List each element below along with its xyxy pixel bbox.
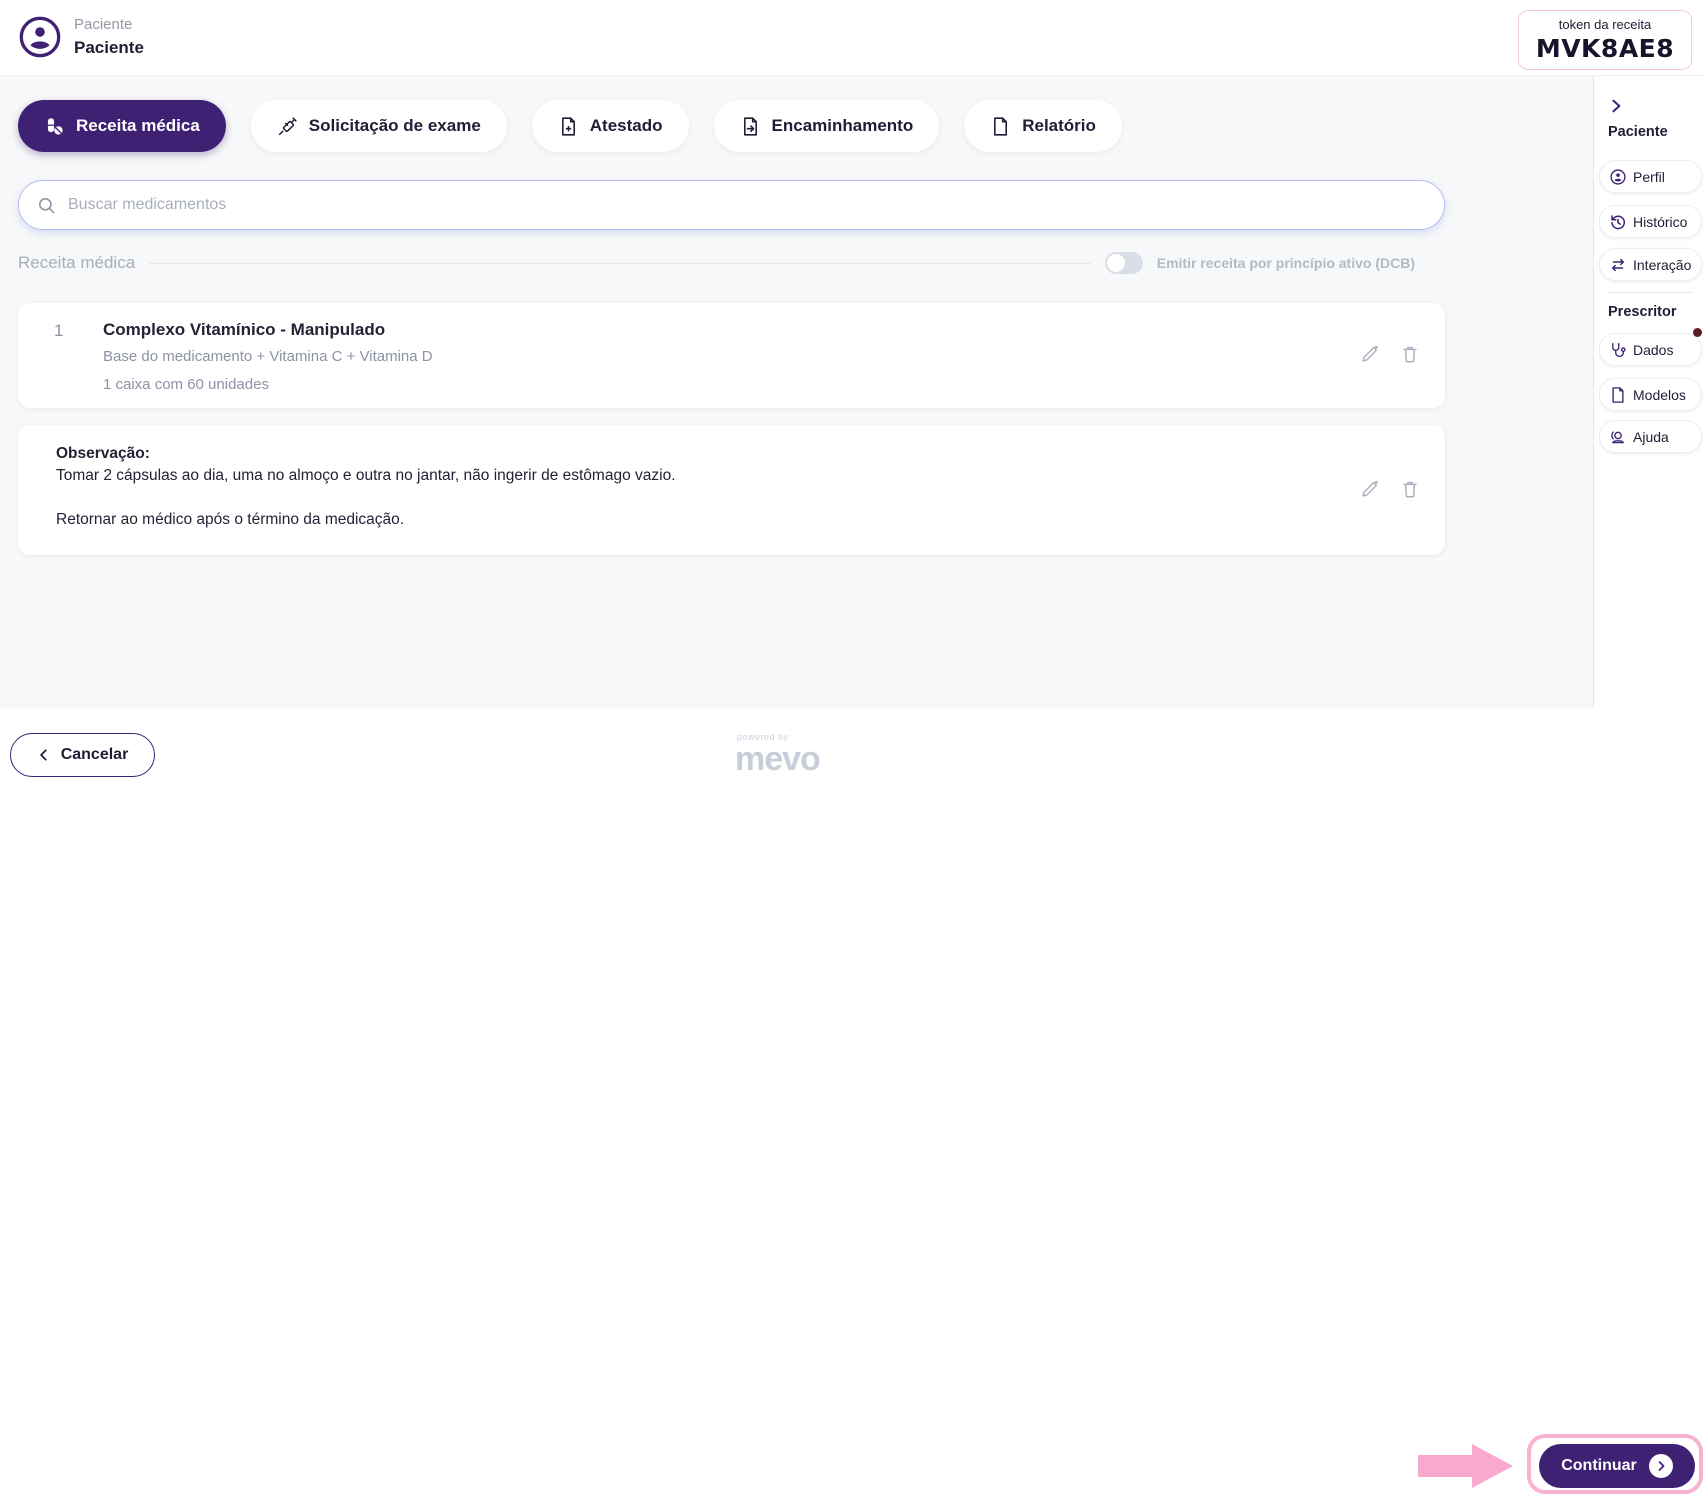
interaction-arrows-icon	[1612, 258, 1624, 271]
collapse-sidebar-icon[interactable]	[1608, 98, 1624, 114]
sidebar-item-label: Modelos	[1633, 386, 1686, 403]
observation-label: Observação:	[56, 445, 150, 462]
medication-quantity: 1 caixa com 60 unidades	[103, 376, 269, 393]
medication-index: 1	[54, 321, 64, 340]
patient-name: Paciente	[74, 38, 144, 57]
tab-label: Relatório	[1022, 116, 1096, 135]
sidebar-item-historico[interactable]: Histórico	[1599, 205, 1702, 238]
tab-label: Solicitação de exame	[308, 116, 481, 135]
delete-icon[interactable]	[1399, 478, 1421, 500]
medication-actions	[1359, 343, 1421, 365]
tab-solicitacao-de-exame[interactable]: Solicitação de exame	[250, 100, 507, 152]
stethoscope-icon	[1612, 342, 1626, 357]
toggle-knob	[1106, 254, 1125, 272]
observation-actions	[1359, 478, 1421, 500]
tab-label: Receita médica	[76, 116, 200, 135]
tab-label: Atestado	[589, 116, 663, 135]
document-type-tabs: Receita médica Solicitação de exame Ates…	[18, 100, 1122, 152]
right-sidebar: Paciente Perfil Histórico Interação Pres…	[1593, 76, 1704, 708]
divider	[149, 262, 1091, 264]
edit-icon[interactable]	[1359, 478, 1381, 500]
syringe-icon	[278, 116, 297, 135]
notification-dot	[1693, 328, 1702, 337]
tab-relatorio[interactable]: Relatório	[964, 100, 1122, 152]
annotation-arrow	[1418, 1444, 1513, 1493]
document-plus-icon	[561, 116, 575, 136]
header: Paciente Paciente token da receita MVK8A…	[0, 0, 1704, 76]
search-input[interactable]	[68, 196, 1426, 214]
token-value: MVK8AE8	[1535, 34, 1675, 63]
medication-title: Complexo Vitamínico - Manipulado	[103, 320, 386, 339]
medication-card: 1 Complexo Vitamínico - Manipulado Base …	[18, 303, 1445, 408]
sidebar-item-label: Interação	[1633, 256, 1692, 273]
document-icon	[1612, 386, 1624, 403]
prescription-token-box: token da receita MVK8AE8	[1518, 10, 1692, 70]
dcb-toggle[interactable]	[1104, 252, 1143, 274]
tab-atestado[interactable]: Atestado	[531, 100, 689, 152]
continue-highlight-ring: Continuar	[1527, 1434, 1703, 1494]
document-arrow-icon	[743, 116, 757, 136]
patient-label: Paciente	[74, 16, 133, 33]
history-icon	[1611, 214, 1625, 229]
footer: Cancelar powered by mevo Continuar	[0, 708, 1704, 1494]
observation-text-1: Tomar 2 cápsulas ao dia, uma no almoço e…	[56, 467, 676, 484]
continue-button[interactable]: Continuar	[1539, 1444, 1695, 1488]
main-content: Receita médica Solicitação de exame Ates…	[0, 76, 1593, 708]
chevron-right-circle-icon	[1648, 1454, 1673, 1478]
tab-receita-medica[interactable]: Receita médica	[18, 100, 226, 152]
sidebar-item-label: Dados	[1633, 341, 1674, 358]
observation-text-2: Retornar ao médico após o término da med…	[56, 511, 405, 528]
sidebar-item-perfil[interactable]: Perfil	[1599, 160, 1702, 193]
cancel-button[interactable]: Cancelar	[10, 733, 155, 777]
sidebar-item-label: Histórico	[1633, 213, 1688, 230]
mevo-logo: powered by mevo	[735, 732, 830, 776]
sidebar-item-ajuda[interactable]: Ajuda	[1599, 420, 1702, 453]
edit-icon[interactable]	[1359, 343, 1381, 365]
tab-encaminhamento[interactable]: Encaminhamento	[713, 100, 940, 152]
tab-label: Encaminhamento	[771, 116, 914, 135]
patient-avatar-icon	[18, 15, 62, 59]
medication-search	[18, 180, 1445, 230]
support-person-icon	[1611, 430, 1624, 443]
continue-label: Continuar	[1561, 1457, 1637, 1474]
delete-icon[interactable]	[1399, 343, 1421, 365]
cancel-label: Cancelar	[60, 746, 129, 763]
sidebar-section-paciente: Paciente	[1608, 124, 1668, 140]
sidebar-item-interacao[interactable]: Interação	[1599, 248, 1702, 281]
token-label: token da receita	[1558, 17, 1652, 32]
observation-card: Observação: Tomar 2 cápsulas ao dia, uma…	[18, 425, 1445, 555]
pills-icon	[47, 117, 63, 135]
prescription-section-header: Receita médica Emitir receita por princí…	[18, 252, 1415, 274]
dcb-toggle-label: Emitir receita por princípio ativo (DCB)	[1156, 255, 1415, 271]
brand-text: mevo	[735, 740, 821, 778]
search-icon	[38, 197, 55, 213]
sidebar-item-modelos[interactable]: Modelos	[1599, 378, 1702, 411]
sidebar-item-label: Perfil	[1633, 168, 1665, 185]
prescription-app: Paciente Paciente token da receita MVK8A…	[0, 0, 1704, 1494]
section-title: Receita médica	[18, 253, 136, 272]
sidebar-item-dados[interactable]: Dados	[1599, 333, 1702, 366]
chevron-left-icon	[39, 749, 47, 761]
sidebar-item-label: Ajuda	[1633, 428, 1669, 445]
sidebar-section-prescritor: Prescritor	[1608, 304, 1677, 320]
document-icon	[994, 116, 1008, 136]
sidebar-divider	[1608, 292, 1692, 293]
medication-composition: Base do medicamento + Vitamina C + Vitam…	[103, 348, 433, 365]
person-circle-icon	[1610, 168, 1626, 185]
